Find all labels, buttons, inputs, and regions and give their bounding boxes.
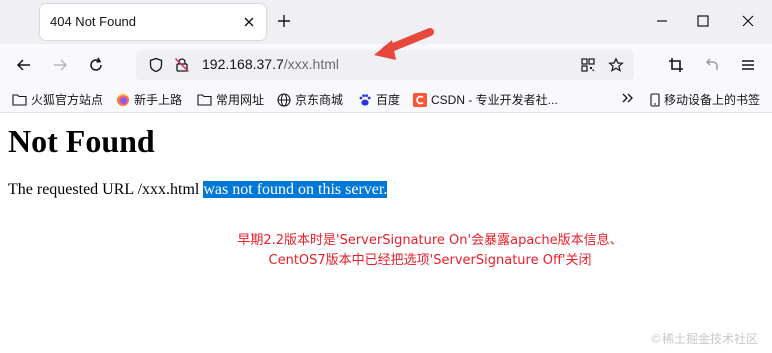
folder-icon <box>197 94 212 106</box>
bookmark-item[interactable]: 常用网址 <box>197 91 264 108</box>
page-content: Not Found The requested URL /xxx.html wa… <box>0 113 772 353</box>
bookmark-item[interactable]: 新手上路 <box>116 91 182 108</box>
url-path: /xxx.html <box>283 56 339 72</box>
error-message: The requested URL /xxx.html was not foun… <box>8 181 388 199</box>
bookmark-item[interactable]: 火狐官方站点 <box>12 91 103 108</box>
mobile-bookmarks[interactable]: 移动设备上的书签 <box>650 91 760 108</box>
shield-icon[interactable] <box>148 57 164 73</box>
bookmark-item[interactable]: CSDN - 专业开发者社... <box>413 91 558 108</box>
menu-icon[interactable] <box>740 57 756 73</box>
baidu-icon <box>359 93 371 106</box>
selected-text: was not found on this server. <box>203 181 388 198</box>
page-heading: Not Found <box>8 123 155 159</box>
bookmark-label: 新手上路 <box>134 93 183 107</box>
qr-code-icon[interactable] <box>580 57 596 73</box>
more-bookmarks-chevron-icon[interactable] <box>621 91 635 105</box>
minimize-icon[interactable] <box>655 14 669 28</box>
annotation-note: 早期2.2版本时是'ServerSignature On'会暴露apache版本… <box>150 231 710 271</box>
annotation-line: CentOS7版本中已经把选项'ServerSignature Off'关闭 <box>268 253 592 268</box>
bookmark-label: 百度 <box>376 93 401 107</box>
new-tab-icon[interactable] <box>276 13 292 29</box>
folder-icon <box>12 94 27 106</box>
undo-icon[interactable] <box>704 57 720 73</box>
back-icon[interactable] <box>16 57 32 73</box>
watermark: ©稀土掘金技术社区 <box>649 332 758 346</box>
tab-active[interactable]: 404 Not Found <box>40 4 266 40</box>
maximize-icon[interactable] <box>696 14 710 28</box>
bookmark-label: 移动设备上的书签 <box>664 93 761 107</box>
bookmark-item[interactable]: 京东商城 <box>277 91 343 108</box>
url-host: 192.168.37.7 <box>202 56 284 72</box>
message-text: The requested URL /xxx.html <box>8 181 204 198</box>
bookmark-label: 京东商城 <box>295 93 344 107</box>
bookmark-label: 常用网址 <box>216 93 265 107</box>
bookmark-label: CSDN - 专业开发者社... <box>431 93 558 107</box>
bookmark-label: 火狐官方站点 <box>31 93 104 107</box>
bookmark-star-icon[interactable] <box>608 57 624 73</box>
annotation-line: 早期2.2版本时是'ServerSignature On'会暴露apache版本… <box>237 233 623 248</box>
screenshot-crop-icon[interactable] <box>668 57 684 73</box>
forward-icon[interactable] <box>52 57 68 73</box>
url-text[interactable]: 192.168.37.7/xxx.html <box>202 56 339 72</box>
bookmarks-toolbar: 火狐官方站点 新手上路 常用网址 京东商城 百度 CSDN - 专业开发者社..… <box>0 86 772 113</box>
reload-icon[interactable] <box>88 57 104 73</box>
red-arrow-icon <box>374 28 434 60</box>
bookmark-item[interactable]: 百度 <box>358 91 400 108</box>
csdn-icon <box>413 92 427 107</box>
insecure-lock-icon[interactable] <box>174 57 190 73</box>
close-window-icon[interactable] <box>741 14 755 28</box>
mobile-device-icon <box>650 92 660 107</box>
globe-icon <box>277 92 291 107</box>
close-tab-icon[interactable] <box>242 15 256 29</box>
firefox-icon <box>117 93 129 106</box>
tab-title: 404 Not Found <box>50 14 137 29</box>
